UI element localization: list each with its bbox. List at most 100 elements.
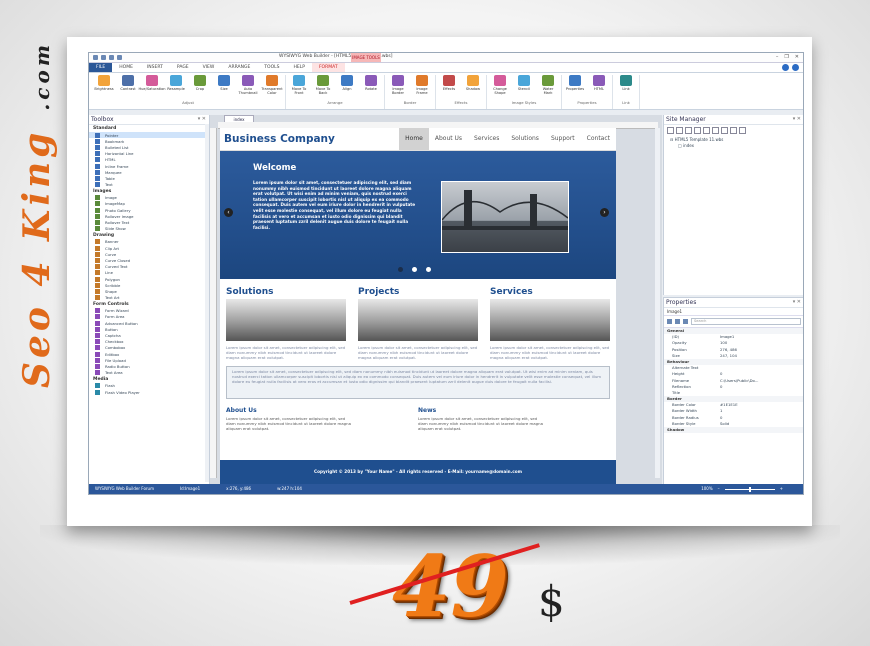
toolbox-category[interactable]: Form Controls — [89, 301, 209, 308]
tab-help[interactable]: HELP — [287, 63, 312, 72]
slide-next-icon[interactable]: › — [600, 208, 609, 217]
nav-support[interactable]: Support — [545, 128, 581, 150]
ribbon-button[interactable]: Resample — [166, 75, 186, 99]
categorized-icon[interactable] — [667, 319, 672, 324]
pin-icon[interactable]: ▾ ✕ — [198, 115, 206, 124]
tree-page[interactable]: □ index — [670, 143, 798, 149]
down-icon[interactable] — [739, 127, 746, 134]
ribbon-button[interactable]: Change Shape — [490, 75, 510, 99]
ribbon-button[interactable]: Stencil — [514, 75, 534, 99]
tab-arrange[interactable]: ARRANGE — [221, 63, 257, 72]
ribbon-button[interactable]: Image Border — [388, 75, 408, 99]
forum-link[interactable]: WYSIWYG Web Builder Forum — [95, 484, 154, 494]
zoom-in-icon[interactable]: + — [780, 484, 783, 494]
ribbon-button[interactable]: Rotate — [361, 75, 381, 99]
toolbox-scrollbar[interactable] — [205, 124, 209, 482]
workspace-scrollbar[interactable] — [655, 128, 660, 478]
toolbox-item-icon — [95, 314, 100, 320]
property-row[interactable]: Border Style Solid — [664, 421, 803, 427]
new-icon[interactable] — [101, 55, 106, 60]
nav-home[interactable]: Home — [399, 128, 429, 150]
publish-icon[interactable] — [712, 127, 719, 134]
up-icon[interactable] — [730, 127, 737, 134]
maximize-button[interactable]: ❐ — [784, 54, 788, 60]
slide-dot[interactable] — [426, 267, 431, 272]
zoom-slider-thumb[interactable] — [748, 486, 751, 492]
toolbox-item-label: Rollover Text — [105, 220, 130, 226]
ribbon-button-icon — [242, 75, 254, 86]
pin-icon[interactable]: ▾ ✕ — [793, 298, 801, 307]
toolbox-item-icon — [95, 245, 100, 251]
ribbon-button[interactable]: Move To Front — [289, 75, 309, 99]
toolbox-item-icon — [95, 151, 100, 157]
new-page-icon[interactable] — [667, 127, 674, 134]
zoom-out-icon[interactable]: – — [718, 484, 720, 494]
slide-dot[interactable] — [398, 267, 403, 272]
ribbon-button-icon — [416, 75, 428, 86]
folder-icon[interactable] — [694, 127, 701, 134]
toolbox-category[interactable]: Media — [89, 376, 209, 383]
ribbon-button[interactable]: Align — [337, 75, 357, 99]
toolbox-category[interactable]: Drawing — [89, 232, 209, 239]
nav-solutions[interactable]: Solutions — [505, 128, 545, 150]
copy-page-icon[interactable] — [676, 127, 683, 134]
property-value[interactable]: 247, 104 — [720, 353, 803, 359]
nav-about[interactable]: About Us — [429, 128, 468, 150]
ribbon-button[interactable]: Size — [214, 75, 234, 99]
column-image[interactable] — [358, 299, 478, 341]
properties-search[interactable]: Search — [691, 318, 801, 325]
ribbon-button[interactable]: Auto Thumbnail — [238, 75, 258, 99]
save-icon[interactable] — [117, 55, 122, 60]
sort-icon[interactable] — [675, 319, 680, 324]
toolbox-category[interactable]: Images — [89, 188, 209, 195]
tab-insert[interactable]: INSERT — [140, 63, 170, 72]
object-selector[interactable]: Image1 — [664, 308, 803, 316]
ribbon-button[interactable]: Link — [616, 75, 636, 99]
ribbon-group-buttons: Change Shape Stencil Water Mark — [490, 75, 558, 99]
filter-icon[interactable] — [683, 319, 688, 324]
slide-prev-icon[interactable]: ‹ — [224, 208, 233, 217]
toolbox-item[interactable]: Flash Video Player — [89, 389, 209, 395]
property-value[interactable]: Solid — [720, 421, 803, 427]
ribbon-button[interactable]: Properties — [565, 75, 585, 99]
zoom-slider[interactable] — [724, 486, 775, 492]
close-button[interactable]: ✕ — [795, 54, 799, 60]
help-icon[interactable] — [792, 64, 799, 71]
site-brand[interactable]: Business Company — [224, 133, 335, 145]
nav-services[interactable]: Services — [468, 128, 505, 150]
ribbon-button[interactable]: Brightness — [94, 75, 114, 99]
property-section[interactable]: Shadow — [664, 427, 803, 434]
slide-dot[interactable] — [412, 267, 417, 272]
tab-page[interactable]: PAGE — [170, 63, 196, 72]
user-icon[interactable] — [782, 64, 789, 71]
bridge-image[interactable] — [441, 181, 569, 253]
ribbon-button[interactable]: Water Mark — [538, 75, 558, 99]
toolbox-category[interactable]: Standard — [89, 125, 209, 132]
info-box[interactable]: Lorem ipsum dolor sit amet, consectetuer… — [226, 366, 610, 399]
ribbon-button[interactable]: Contrast — [118, 75, 138, 99]
ribbon-button[interactable]: Image Frame — [412, 75, 432, 99]
tab-view[interactable]: VIEW — [196, 63, 222, 72]
nav-contact[interactable]: Contact — [581, 128, 616, 150]
ribbon-button[interactable]: Move To Back — [313, 75, 333, 99]
column-image[interactable] — [226, 299, 346, 341]
tab-file[interactable]: FILE — [89, 63, 113, 72]
column-image[interactable] — [490, 299, 610, 341]
ribbon-button[interactable]: Hue/Saturation — [138, 75, 166, 99]
tab-format[interactable]: FORMAT — [311, 63, 345, 72]
pin-icon[interactable]: ▾ ✕ — [793, 115, 801, 124]
ribbon-button[interactable]: Crop — [190, 75, 210, 99]
minimize-button[interactable]: – — [776, 54, 779, 60]
tab-home[interactable]: HOME — [112, 63, 140, 72]
ribbon-button[interactable]: Transparent Color — [261, 75, 283, 99]
properties-icon[interactable] — [721, 127, 728, 134]
preview-icon[interactable] — [703, 127, 710, 134]
ribbon-button[interactable]: HTML — [589, 75, 609, 99]
ribbon-button[interactable]: Shadow — [463, 75, 483, 99]
open-icon[interactable] — [109, 55, 114, 60]
tab-tools[interactable]: TOOLS — [257, 63, 286, 72]
ribbon-button[interactable]: Effects — [439, 75, 459, 99]
property-value[interactable] — [720, 390, 803, 396]
delete-page-icon[interactable] — [685, 127, 692, 134]
property-row[interactable]: Title — [664, 390, 803, 396]
